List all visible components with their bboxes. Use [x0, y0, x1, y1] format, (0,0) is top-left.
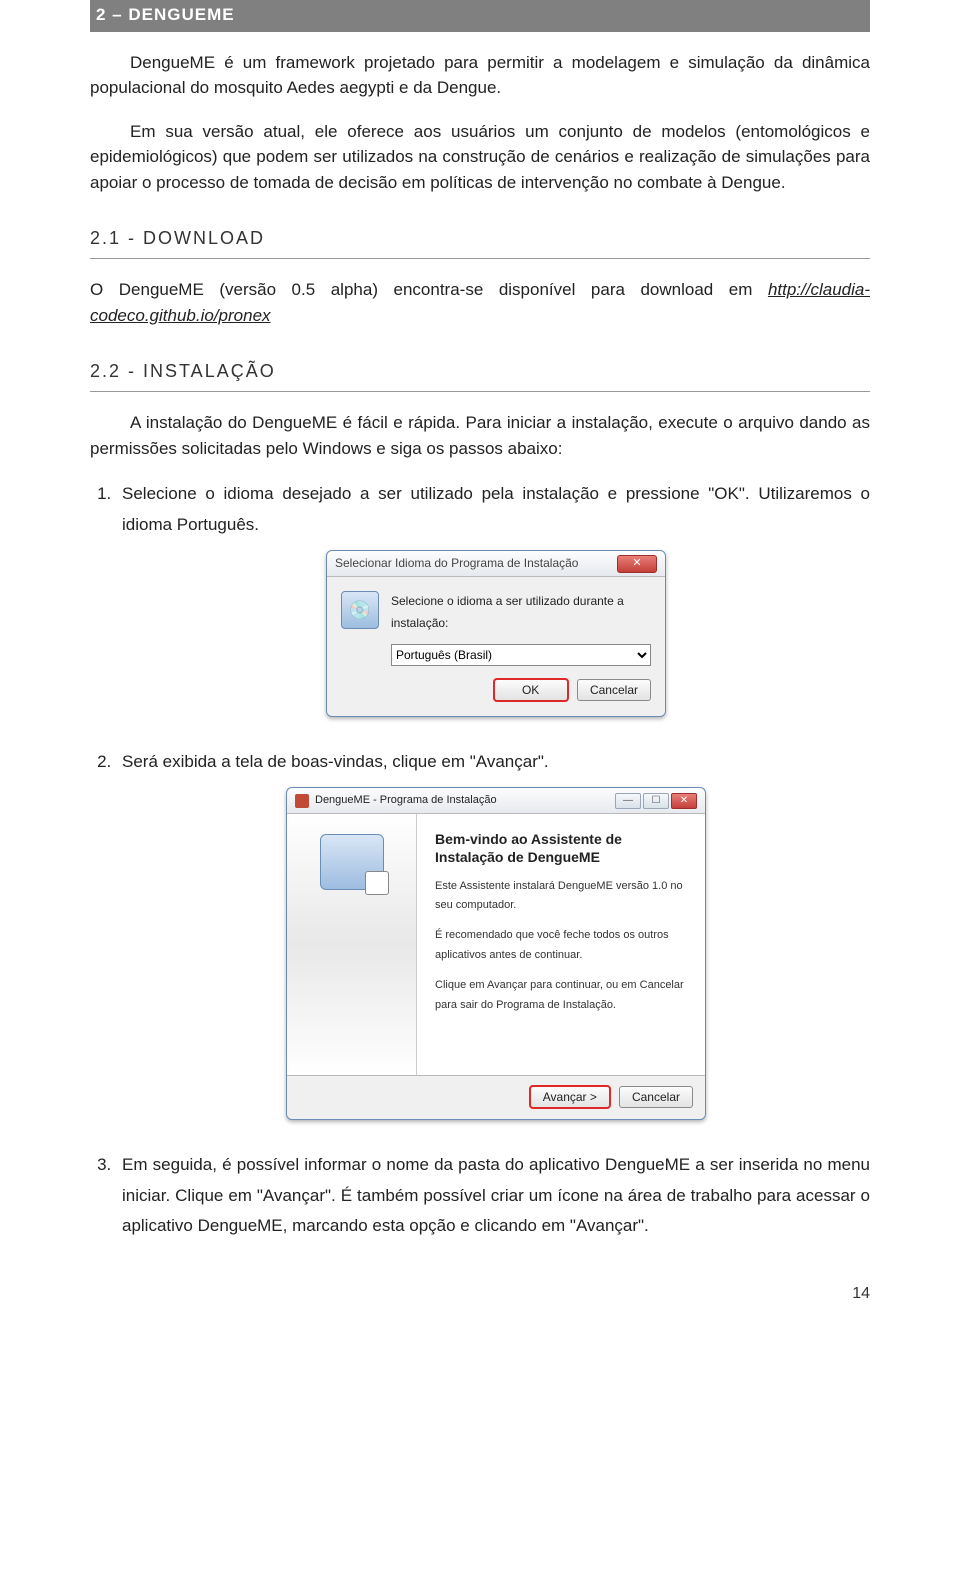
language-select[interactable]: Português (Brasil)	[391, 644, 651, 666]
step-3-text: Em seguida, é possível informar o nome d…	[122, 1155, 870, 1235]
step-3: Em seguida, é possível informar o nome d…	[116, 1150, 870, 1242]
installer-icon: 💿	[341, 591, 379, 629]
close-icon[interactable]: ✕	[671, 793, 697, 809]
welcome-heading: Bem-vindo ao Assistente de Instalação de…	[435, 830, 687, 866]
minimize-icon[interactable]: —	[615, 793, 641, 809]
close-icon[interactable]: ✕	[617, 555, 657, 573]
step-1: Selecione o idioma desejado a ser utiliz…	[116, 479, 870, 717]
step-2: Será exibida a tela de boas-vindas, cliq…	[116, 747, 870, 1121]
download-text: O DengueME (versão 0.5 alpha) encontra-s…	[90, 280, 768, 299]
intro-paragraph-2: Em sua versão atual, ele oferece aos usu…	[90, 119, 870, 196]
app-icon	[295, 794, 309, 808]
page-number: 14	[90, 1282, 870, 1306]
cancel-button[interactable]: Cancelar	[577, 679, 651, 701]
welcome-p3: Clique em Avançar para continuar, ou em …	[435, 976, 687, 1016]
ok-button[interactable]: OK	[494, 679, 568, 701]
dialog-title: DengueME - Programa de Instalação	[315, 791, 497, 811]
next-button[interactable]: Avançar >	[530, 1086, 610, 1108]
welcome-p2: É recomendado que você feche todos os ou…	[435, 926, 687, 966]
language-dialog: Selecionar Idioma do Programa de Instala…	[326, 550, 666, 716]
welcome-dialog: DengueME - Programa de Instalação — ☐ ✕ …	[286, 787, 706, 1120]
download-paragraph: O DengueME (versão 0.5 alpha) encontra-s…	[90, 277, 870, 328]
step-1-text: Selecione o idioma desejado a ser utiliz…	[122, 484, 870, 534]
installer-large-icon	[320, 834, 384, 890]
subheading-download: 2.1 - DOWNLOAD	[90, 225, 870, 252]
subheading-install: 2.2 - INSTALAÇÃO	[90, 358, 870, 385]
rule	[90, 391, 870, 392]
dialog-title: Selecionar Idioma do Programa de Instala…	[335, 553, 578, 575]
section-title: 2 – DENGUEME	[90, 0, 870, 32]
cancel-button[interactable]: Cancelar	[619, 1086, 693, 1108]
welcome-p1: Este Assistente instalará DengueME versã…	[435, 877, 687, 917]
step-2-text: Será exibida a tela de boas-vindas, cliq…	[122, 752, 549, 771]
intro-paragraph-1: DengueME é um framework projetado para p…	[90, 50, 870, 101]
maximize-icon[interactable]: ☐	[643, 793, 669, 809]
rule	[90, 258, 870, 259]
dialog-message: Selecione o idioma a ser utilizado duran…	[391, 591, 651, 634]
install-intro: A instalação do DengueME é fácil e rápid…	[90, 410, 870, 461]
